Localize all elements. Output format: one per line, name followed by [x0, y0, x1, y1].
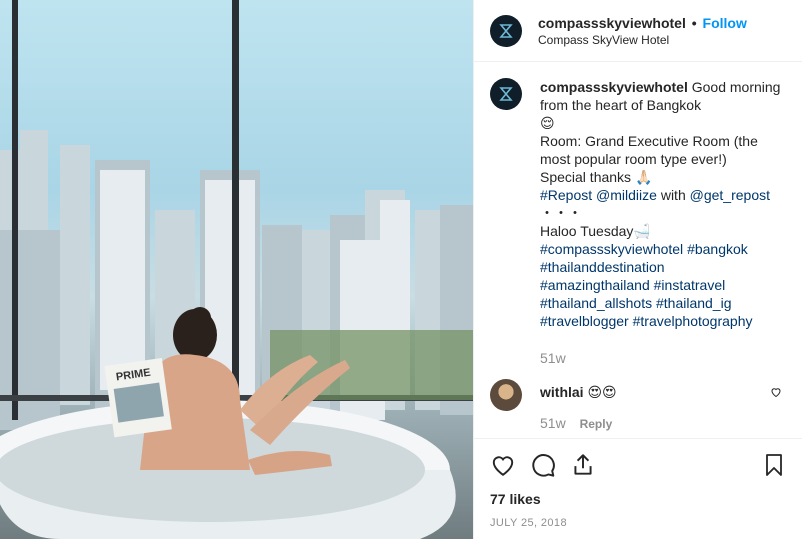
- bookmark-icon[interactable]: [762, 452, 786, 478]
- hashtag-link[interactable]: #thailand_ig: [656, 295, 732, 311]
- comment-timestamp[interactable]: 51w: [540, 415, 566, 431]
- caption-avatar[interactable]: [490, 78, 522, 111]
- comment-item: withlai 😍😍 51w Reply: [490, 379, 786, 431]
- commenter-username[interactable]: withlai: [540, 384, 584, 400]
- account-avatar[interactable]: [490, 14, 522, 47]
- post-actions: 77 likes JULY 25, 2018: [474, 437, 802, 539]
- comment-icon[interactable]: [530, 452, 556, 478]
- caption-timestamp[interactable]: 51w: [540, 350, 786, 366]
- post-header: compassskyviewhotel • Follow Compass Sky…: [474, 0, 802, 63]
- like-comment-heart-icon[interactable]: [770, 385, 782, 403]
- caption-with-text: with: [656, 187, 690, 204]
- hashtag-link[interactable]: #thailanddestination: [540, 259, 665, 275]
- caption-entry: compassskyviewhotel Good morning from th…: [490, 78, 786, 366]
- hashtag-link[interactable]: #instatravel: [654, 277, 726, 293]
- post-photo[interactable]: PRIME: [0, 0, 473, 539]
- share-icon[interactable]: [570, 452, 596, 478]
- reply-button[interactable]: Reply: [580, 417, 613, 431]
- post-date[interactable]: JULY 25, 2018: [490, 517, 786, 529]
- caption-line-3: Special thanks 🙏🏻: [540, 169, 653, 186]
- bathtub-city-view-image: PRIME: [0, 0, 473, 539]
- comment-text: 😍😍: [587, 384, 617, 401]
- hotel-logo-icon: [499, 23, 513, 38]
- comments-area[interactable]: compassskyviewhotel Good morning from th…: [474, 62, 802, 437]
- hashtag-link[interactable]: #bangkok: [687, 241, 748, 257]
- instagram-post: PRIME compassskyviewhotel • Follow Compa…: [0, 0, 802, 539]
- account-username[interactable]: compassskyviewhotel: [538, 15, 686, 31]
- caption-dots: ・・・: [540, 205, 582, 222]
- separator-dot: •: [691, 14, 697, 31]
- follow-button[interactable]: Follow: [703, 15, 747, 31]
- commenter-avatar[interactable]: [490, 379, 522, 412]
- hashtag-link[interactable]: #travelphotography: [633, 313, 753, 329]
- likes-count[interactable]: 77 likes: [490, 491, 786, 507]
- hashtag-link[interactable]: #travelblogger: [540, 313, 629, 329]
- heart-icon[interactable]: [490, 452, 516, 478]
- hotel-logo-icon: [499, 87, 513, 102]
- mention-link[interactable]: @get_repost: [690, 187, 770, 203]
- caption-emoji: 😌: [540, 115, 555, 132]
- caption-line-4: Haloo Tuesday🛁: [540, 223, 651, 240]
- mention-link[interactable]: @mildiize: [596, 187, 657, 203]
- caption-username[interactable]: compassskyviewhotel: [540, 79, 688, 95]
- location-link[interactable]: Compass SkyView Hotel: [538, 32, 747, 48]
- caption-text: compassskyviewhotel Good morning from th…: [540, 78, 786, 330]
- hashtag-link[interactable]: #amazingthailand: [540, 277, 650, 293]
- post-side-panel: compassskyviewhotel • Follow Compass Sky…: [473, 0, 802, 539]
- hashtag-link[interactable]: #Repost: [540, 187, 592, 203]
- hashtag-link[interactable]: #compassskyviewhotel: [540, 241, 683, 257]
- hashtag-link[interactable]: #thailand_allshots: [540, 295, 652, 311]
- caption-line-2: Room: Grand Executive Room (the most pop…: [540, 133, 758, 168]
